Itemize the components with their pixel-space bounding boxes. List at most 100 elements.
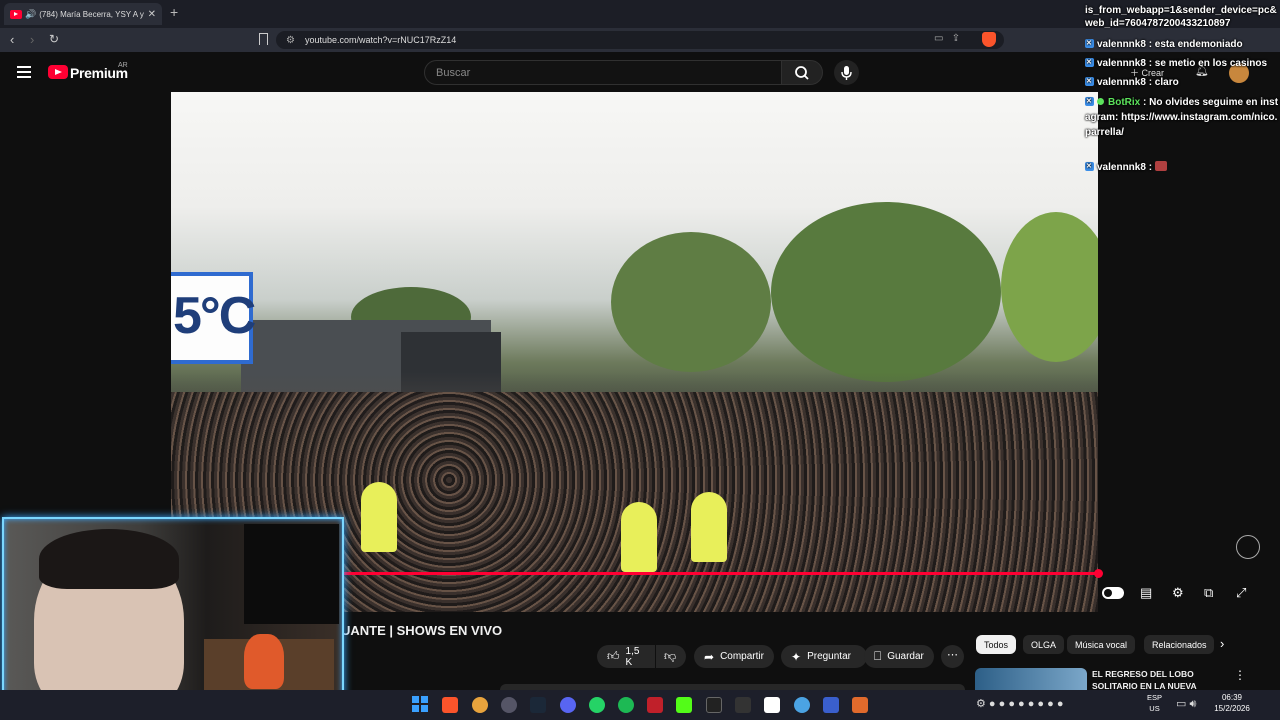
app-taskbar-icon[interactable] bbox=[501, 697, 517, 713]
like-button[interactable]: 👍︎ 1,5 K bbox=[597, 645, 655, 668]
speaker-icon[interactable]: 🔊 bbox=[25, 9, 36, 20]
app-taskbar-icon[interactable] bbox=[852, 697, 868, 713]
search-icon bbox=[795, 66, 809, 80]
save-label: Guardar bbox=[887, 651, 924, 662]
app-taskbar-icon[interactable] bbox=[647, 697, 663, 713]
voice-search-button[interactable] bbox=[834, 60, 859, 85]
ask-button[interactable]: ✦ Preguntar bbox=[781, 645, 867, 668]
chat-username: valennnk8 bbox=[1097, 39, 1146, 50]
youtube-logo-icon[interactable] bbox=[48, 65, 68, 79]
video-title: UANTE | SHOWS EN VIVO bbox=[341, 623, 503, 638]
kick-taskbar-icon[interactable] bbox=[676, 697, 692, 713]
url-text: youtube.com/watch?v=rNUC17RzZ14 bbox=[304, 35, 457, 45]
chat-url-text: is_from_webapp=1&sender_device=pc&web_id… bbox=[1085, 5, 1277, 29]
site-info-icon[interactable]: ⚙ bbox=[286, 35, 295, 46]
app-taskbar-icon[interactable] bbox=[794, 697, 810, 713]
chip-todos[interactable]: Todos bbox=[976, 635, 1017, 654]
brave-shield-icon[interactable] bbox=[982, 32, 996, 47]
video-tree bbox=[771, 202, 1001, 382]
browser-tab-youtube[interactable]: 🔊 (784) María Becerra, YSY A y I ✕ bbox=[4, 3, 162, 25]
kick-badge-icon bbox=[1085, 36, 1094, 51]
chip-olga[interactable]: OLGA bbox=[1023, 635, 1065, 654]
stream-chat-overlay: is_from_webapp=1&sender_device=pc&web_id… bbox=[1082, 0, 1280, 182]
country-code: AR bbox=[118, 62, 128, 69]
security-vest bbox=[691, 492, 727, 562]
settings-icon[interactable]: ⚙ bbox=[1172, 585, 1184, 601]
tray-icons[interactable]: ⚙ ● ● ● ● ● ● ● ● bbox=[976, 697, 1063, 710]
bookmark-save-icon: ⎕ bbox=[874, 649, 882, 663]
chat-username: valennnk8 bbox=[1097, 58, 1146, 69]
chat-text: : esta endemoniado bbox=[1148, 39, 1243, 50]
more-actions-button[interactable]: ⋯ bbox=[941, 645, 964, 668]
chip-musica-vocal[interactable]: Música vocal bbox=[1067, 635, 1136, 654]
ask-label: Preguntar bbox=[807, 651, 851, 662]
share-button[interactable]: ➦ Compartir bbox=[694, 645, 774, 668]
language-code: ESP bbox=[1147, 693, 1163, 702]
url-field[interactable]: ⚙ youtube.com/watch?v=rNUC17RzZ14 bbox=[276, 31, 1004, 49]
security-vest bbox=[621, 502, 657, 572]
chat-username: BotRix bbox=[1108, 97, 1141, 108]
bot-status-icon bbox=[1097, 98, 1104, 105]
kick-badge-icon bbox=[1085, 55, 1094, 70]
recommendation-menu-icon[interactable]: ⋮ bbox=[1234, 668, 1246, 682]
security-vest bbox=[361, 482, 397, 552]
search-input[interactable]: Buscar bbox=[424, 60, 782, 85]
chrome-taskbar-icon[interactable] bbox=[472, 697, 488, 713]
menu-icon[interactable] bbox=[17, 66, 31, 81]
chevron-right-icon[interactable]: › bbox=[1220, 636, 1224, 651]
capcut-taskbar-icon[interactable] bbox=[706, 697, 722, 713]
chat-message: valennnk8 : se metio en los casinos bbox=[1085, 55, 1280, 71]
channel-watermark-icon[interactable] bbox=[1236, 535, 1260, 559]
tab-title: (784) María Becerra, YSY A y I bbox=[39, 9, 144, 19]
chat-message: valennnk8 : esta endemoniado bbox=[1085, 36, 1280, 52]
chip-relacionados[interactable]: Relacionados bbox=[1144, 635, 1214, 654]
epic-games-taskbar-icon[interactable] bbox=[735, 697, 751, 713]
language-indicator[interactable]: ESP US bbox=[1147, 692, 1162, 714]
windows-taskbar bbox=[0, 690, 1280, 720]
emote-icon bbox=[1154, 161, 1167, 171]
fullscreen-icon[interactable]: ⤢ bbox=[1236, 585, 1246, 601]
dislike-button[interactable]: 👎︎ bbox=[656, 645, 686, 668]
bookmark-icon[interactable] bbox=[259, 33, 268, 45]
new-tab-button[interactable]: + bbox=[170, 4, 178, 20]
cast-share-icons[interactable]: ▭ ⇪ bbox=[934, 33, 960, 44]
back-icon[interactable]: ‹ bbox=[10, 32, 14, 47]
system-clock[interactable]: 06:39 15/2/2026 bbox=[1208, 692, 1256, 714]
network-volume-icons[interactable]: ▭ 🔊︎ bbox=[1176, 697, 1196, 711]
steam-taskbar-icon[interactable] bbox=[530, 697, 546, 713]
youtube-favicon-icon bbox=[10, 9, 22, 19]
microphone-icon bbox=[841, 66, 852, 80]
kick-badge-icon bbox=[1085, 94, 1094, 109]
recommendation-title[interactable]: EL REGRESO DEL LOBO SOLITARIO EN LA NUEV… bbox=[1092, 668, 1232, 692]
chat-message: BotRix : No olvides seguime en instagram… bbox=[1085, 94, 1280, 140]
video-tree bbox=[1001, 212, 1098, 362]
progress-scrubber[interactable] bbox=[1094, 569, 1103, 578]
subtitles-icon[interactable]: ▤ bbox=[1140, 585, 1152, 601]
facecam-hair bbox=[39, 529, 179, 589]
kick-badge-icon bbox=[1085, 74, 1094, 89]
app-taskbar-icon[interactable] bbox=[823, 697, 839, 713]
autoplay-toggle[interactable] bbox=[1102, 587, 1124, 599]
discord-taskbar-icon[interactable] bbox=[560, 697, 576, 713]
windows-start-icon[interactable] bbox=[412, 696, 428, 712]
temperature-sign: 5°C bbox=[171, 272, 256, 364]
reload-icon[interactable]: ↻ bbox=[49, 32, 59, 46]
facecam-figurine bbox=[244, 634, 284, 689]
progress-bar[interactable] bbox=[341, 572, 1098, 575]
spotify-taskbar-icon[interactable] bbox=[618, 697, 634, 713]
brave-taskbar-icon[interactable] bbox=[442, 697, 458, 713]
forward-icon[interactable]: › bbox=[30, 32, 34, 47]
notion-taskbar-icon[interactable] bbox=[764, 697, 780, 713]
whatsapp-taskbar-icon[interactable] bbox=[589, 697, 605, 713]
clock-time: 06:39 bbox=[1221, 693, 1243, 702]
keyboard-layout: US bbox=[1149, 704, 1160, 713]
search-button[interactable] bbox=[781, 60, 823, 85]
kick-badge-icon bbox=[1085, 159, 1094, 174]
save-button[interactable]: ⎕ Guardar bbox=[864, 645, 934, 668]
chat-message: valennnk8 : bbox=[1085, 159, 1280, 175]
video-tree bbox=[611, 232, 771, 372]
clock-date: 15/2/2026 bbox=[1214, 704, 1250, 713]
tab-close-icon[interactable]: ✕ bbox=[148, 9, 156, 20]
miniplayer-icon[interactable]: ⧉ bbox=[1204, 585, 1213, 601]
sparkle-icon: ✦ bbox=[791, 649, 802, 664]
